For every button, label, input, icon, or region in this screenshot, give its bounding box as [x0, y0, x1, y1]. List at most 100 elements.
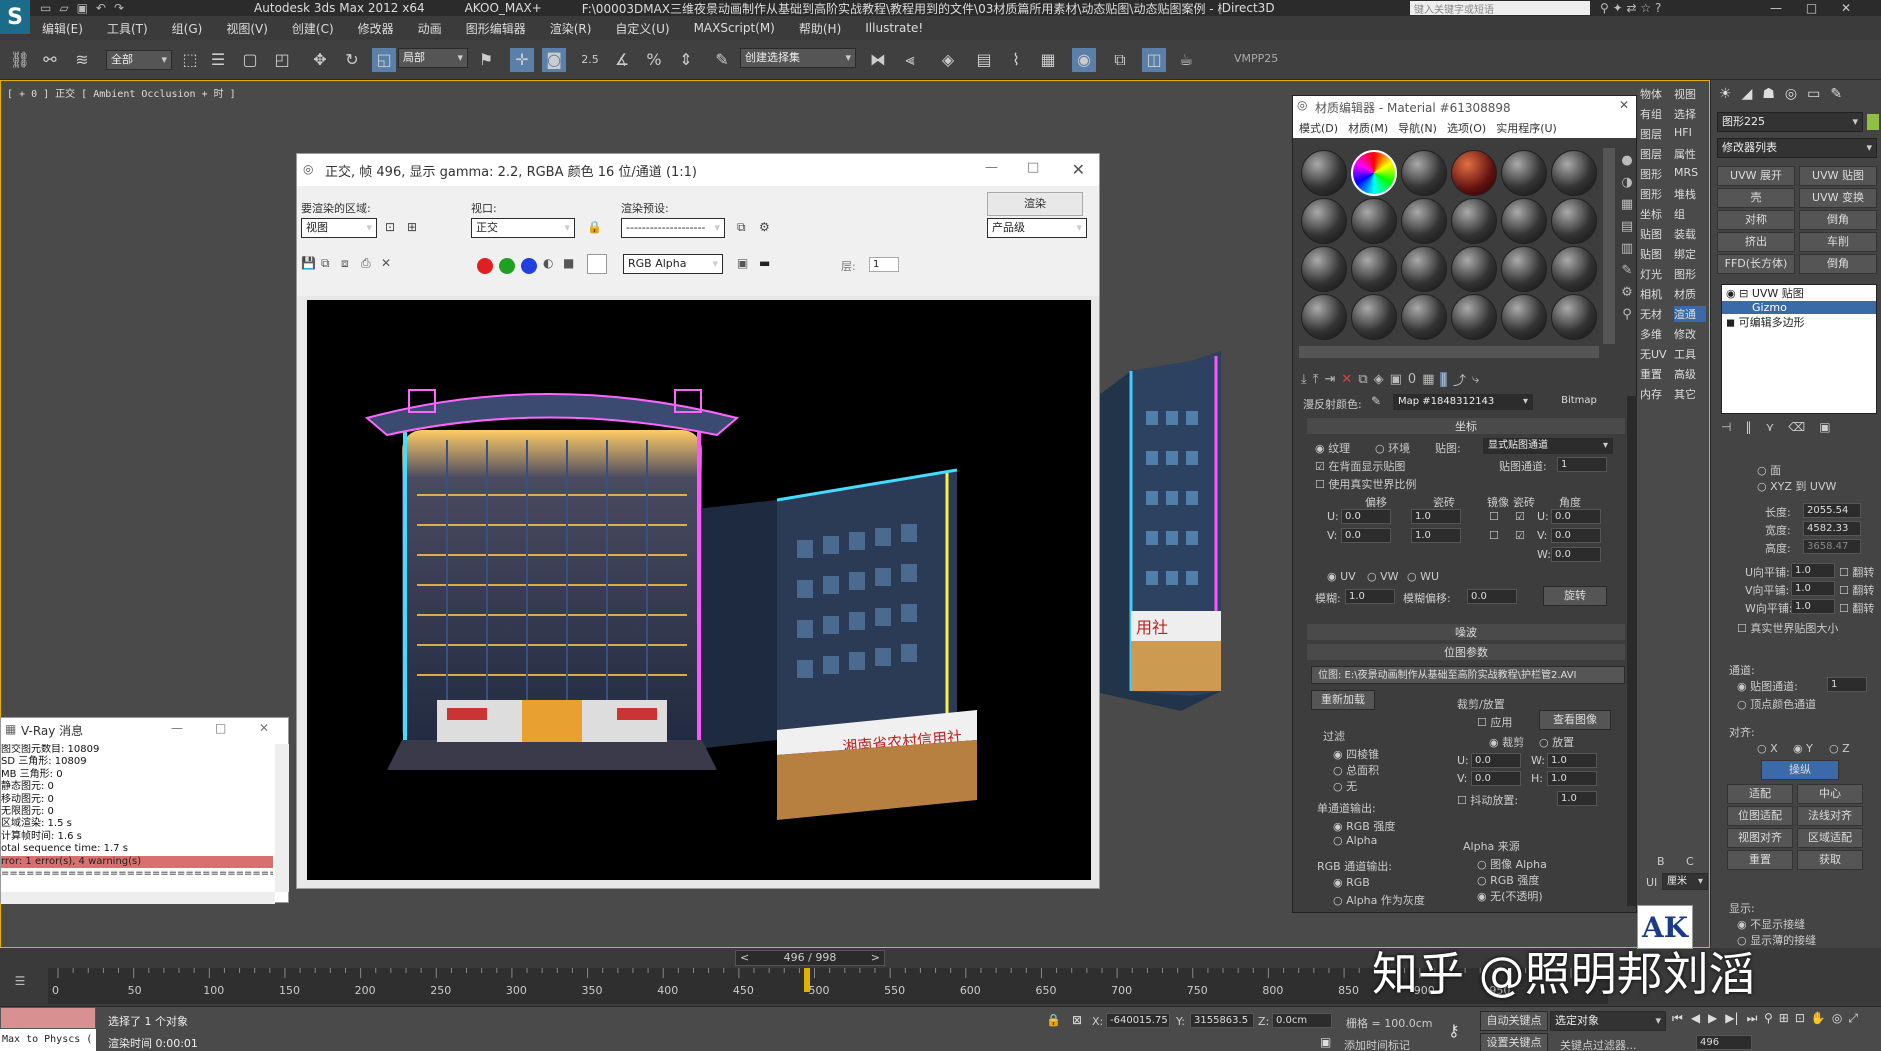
- zoom-extents-icon[interactable]: ⊡: [1795, 1011, 1805, 1026]
- absolute-mode-icon[interactable]: ⊠: [1072, 1013, 1082, 1027]
- bevel-button[interactable]: 倒角: [1799, 210, 1877, 230]
- menu-modifiers[interactable]: 修改器: [358, 20, 394, 37]
- print-icon[interactable]: ⎙: [361, 256, 371, 271]
- auto-key-button[interactable]: 自动关键点: [1480, 1011, 1548, 1031]
- bind-space-warp-icon[interactable]: ≋: [70, 48, 94, 72]
- uvw-xform-button[interactable]: UVW 变换: [1799, 188, 1877, 208]
- preset-dropdown[interactable]: --------------------: [621, 218, 725, 238]
- stack-item-gizmo[interactable]: Gizmo: [1722, 301, 1876, 314]
- rect-selection-icon[interactable]: ▢: [238, 48, 262, 72]
- go-to-end-icon[interactable]: ⏭: [1747, 1011, 1758, 1026]
- reset-button[interactable]: 重置: [1727, 850, 1793, 870]
- alpha-rgb-radio[interactable]: ○ RGB 强度: [1477, 872, 1539, 888]
- quality-dropdown[interactable]: 产品级: [987, 218, 1087, 238]
- key-filters-button[interactable]: 关键点过滤器...: [1560, 1037, 1637, 1051]
- rgb-radio[interactable]: ◉ RGB: [1333, 876, 1370, 889]
- noise-rollout-header[interactable]: 噪波: [1307, 624, 1625, 640]
- object-name-field[interactable]: 图形225: [1717, 112, 1863, 132]
- acquire-button[interactable]: 获取: [1797, 850, 1863, 870]
- sample-type-icon[interactable]: ●: [1619, 150, 1635, 172]
- vray-maximize-icon[interactable]: □: [215, 721, 226, 735]
- copy-material-icon[interactable]: ⧉: [1358, 372, 1367, 387]
- sample-slot[interactable]: [1401, 150, 1447, 196]
- side-tab[interactable]: 相机: [1640, 286, 1672, 302]
- side-tab[interactable]: 修改: [1674, 326, 1706, 342]
- width-spinner[interactable]: 4582.33: [1803, 521, 1861, 536]
- fit-button[interactable]: 适配: [1727, 784, 1793, 804]
- mat-menu-options[interactable]: 选项(O): [1447, 120, 1486, 136]
- app-logo[interactable]: S: [0, 0, 30, 34]
- bitmap-path-button[interactable]: 位图: E:\夜景动画制作从基础至高阶实战教程\护栏管2.AVI: [1311, 666, 1625, 684]
- mat-close-icon[interactable]: ✕: [1619, 98, 1629, 112]
- key-selection-dropdown[interactable]: 选定对象: [1550, 1011, 1666, 1031]
- render-close-icon[interactable]: ✕: [1072, 160, 1085, 179]
- environment-icon[interactable]: ⚙: [759, 220, 770, 234]
- side-tab[interactable]: 材质: [1674, 286, 1706, 302]
- mono-rgb-radio[interactable]: ◉ RGB 强度: [1333, 818, 1395, 834]
- render-setup-small-icon[interactable]: ⧉: [737, 220, 746, 235]
- time-prev-icon[interactable]: <: [740, 951, 749, 965]
- mat-menu-utilities[interactable]: 实用程序(U): [1496, 120, 1557, 136]
- edit-region-icon[interactable]: ⊡: [385, 220, 395, 234]
- graphite-icon[interactable]: ▤: [972, 48, 996, 72]
- menu-create[interactable]: 创建(C): [292, 20, 334, 37]
- channel-display-dropdown[interactable]: RGB Alpha: [623, 254, 723, 274]
- vray-titlebar[interactable]: ▦ V-Ray 消息 — □ ✕: [1, 718, 288, 742]
- clear-icon[interactable]: ✕: [381, 256, 391, 270]
- uvw-unwrap-button[interactable]: UVW 展开: [1717, 166, 1795, 186]
- modify-tab-icon[interactable]: ◢: [1742, 86, 1753, 102]
- mirror-icon[interactable]: ⧓: [866, 48, 890, 72]
- sample-slot[interactable]: [1301, 150, 1347, 196]
- star-icon[interactable]: ☆: [1640, 1, 1651, 15]
- select-object-icon[interactable]: ⬚: [178, 48, 202, 72]
- wu-radio[interactable]: ○ WU: [1407, 570, 1439, 583]
- show-end-result-icon[interactable]: ‖: [1440, 371, 1447, 387]
- menu-edit[interactable]: 编辑(E): [42, 20, 83, 37]
- keyboard-shortcut-icon[interactable]: ◙: [542, 48, 566, 72]
- slots-vscroll[interactable]: [1603, 148, 1615, 344]
- prev-frame-icon[interactable]: ◀: [1691, 1011, 1700, 1026]
- redo-icon[interactable]: ↷: [114, 1, 124, 15]
- unlink-icon[interactable]: ⚯: [38, 48, 62, 72]
- u-tiling-spinner[interactable]: 1.0: [1411, 509, 1461, 524]
- no-seams-radio[interactable]: ◉ 不显示接缝: [1737, 916, 1805, 932]
- vertex-color-radio[interactable]: ○ 顶点颜色通道: [1737, 696, 1816, 712]
- side-tab[interactable]: 无材: [1640, 306, 1672, 322]
- hierarchy-tab-icon[interactable]: ☗: [1762, 86, 1775, 102]
- side-tab[interactable]: 灯光: [1640, 266, 1672, 282]
- menu-group[interactable]: 组(G): [172, 20, 203, 37]
- assign-material-icon[interactable]: ⇥: [1325, 372, 1336, 387]
- edit-named-sets-icon[interactable]: ✎: [710, 48, 734, 72]
- sample-slot[interactable]: [1451, 150, 1497, 196]
- length-spinner[interactable]: 2055.54: [1803, 503, 1861, 518]
- v-flip-checkbox[interactable]: ☐ 翻转: [1839, 582, 1874, 598]
- menu-help[interactable]: 帮助(H): [799, 20, 841, 37]
- alpha-gray-radio[interactable]: ○ Alpha 作为灰度: [1333, 892, 1425, 908]
- sample-slot[interactable]: [1501, 246, 1547, 292]
- auto-region-icon[interactable]: ⊞: [407, 220, 417, 234]
- manipulate-button[interactable]: 操纵: [1761, 760, 1839, 780]
- sample-slot[interactable]: [1551, 246, 1597, 292]
- u-offset-spinner[interactable]: 0.0: [1341, 509, 1391, 524]
- filter-none-radio[interactable]: ○ 无: [1333, 778, 1357, 794]
- render-setup-icon[interactable]: ⧉: [1108, 48, 1132, 72]
- view-image-button[interactable]: 查看图像: [1539, 710, 1611, 730]
- uv-radio[interactable]: ◉ UV: [1327, 570, 1356, 583]
- vray-minimize-icon[interactable]: —: [171, 721, 183, 735]
- sample-slot[interactable]: [1501, 150, 1547, 196]
- sample-slot[interactable]: [1551, 150, 1597, 196]
- mat-menu-material[interactable]: 材质(M): [1348, 120, 1388, 136]
- toggle-overlay-icon[interactable]: ▬: [759, 256, 770, 270]
- v-tile-checkbox[interactable]: ☑: [1515, 529, 1525, 542]
- curve-editor-icon[interactable]: ⌇: [1004, 48, 1028, 72]
- angle-snap-icon[interactable]: ∡: [610, 48, 634, 72]
- background-icon[interactable]: ▦: [1619, 194, 1635, 216]
- sample-slot[interactable]: [1451, 294, 1497, 340]
- reference-coord-dropdown[interactable]: 局部: [398, 48, 468, 68]
- side-tab[interactable]: 图形: [1674, 266, 1706, 282]
- blur-spinner[interactable]: 1.0: [1345, 589, 1395, 604]
- schematic-view-icon[interactable]: ▦: [1036, 48, 1060, 72]
- align-y-radio[interactable]: ◉ Y: [1793, 742, 1813, 755]
- side-tab[interactable]: 高级: [1674, 366, 1706, 382]
- map-type-button[interactable]: Bitmap: [1539, 394, 1619, 410]
